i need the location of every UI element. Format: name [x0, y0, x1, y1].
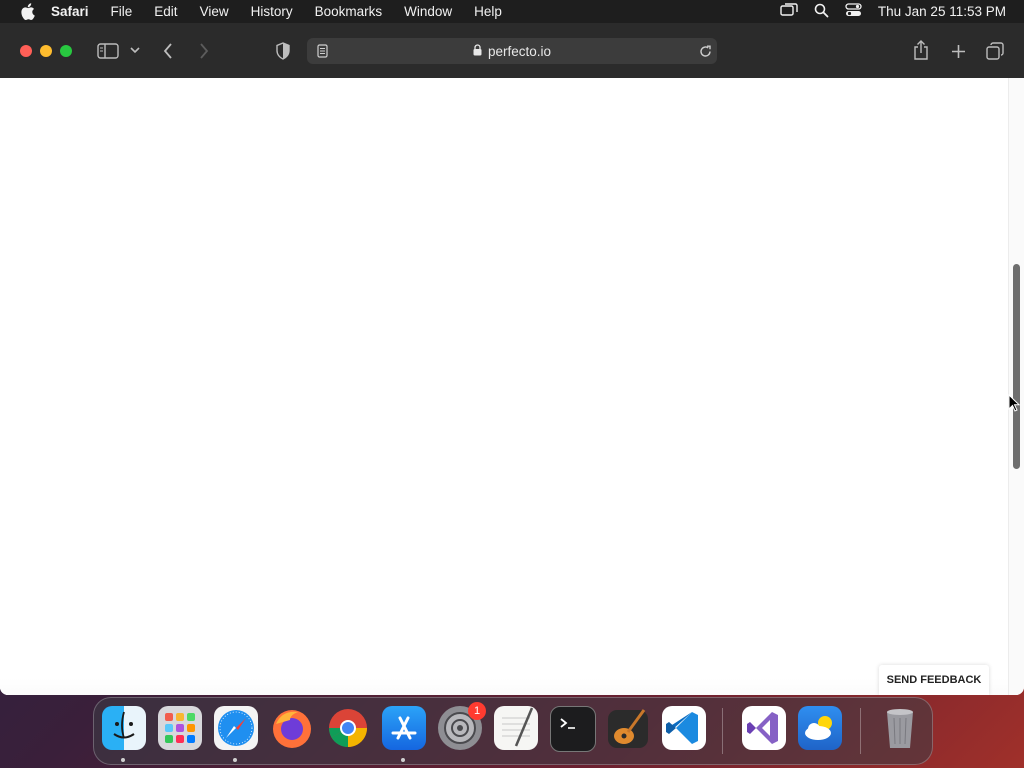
safari-running-indicator — [233, 758, 237, 762]
sidebar-toggle-icon[interactable] — [96, 42, 120, 60]
settings-notification-badge: 1 — [468, 702, 486, 720]
terminal-icon[interactable] — [550, 706, 596, 752]
menu-history[interactable]: History — [251, 4, 293, 19]
finder-icon[interactable] — [102, 706, 146, 750]
app-store-icon[interactable] — [382, 706, 426, 750]
menu-bar: Safari File Edit View History Bookmarks … — [0, 0, 1024, 23]
mouse-pointer-icon — [1008, 393, 1021, 417]
menu-file[interactable]: File — [111, 4, 133, 19]
web-page-content[interactable] — [0, 78, 1008, 695]
weather-icon[interactable] — [798, 706, 842, 750]
close-window-button[interactable] — [20, 45, 32, 57]
forward-button-icon[interactable] — [196, 42, 212, 60]
screen-mirroring-icon[interactable] — [780, 3, 798, 20]
menu-help[interactable]: Help — [474, 4, 502, 19]
menu-view[interactable]: View — [200, 4, 229, 19]
tab-overview-icon[interactable] — [985, 41, 1005, 61]
menu-safari[interactable]: Safari — [51, 4, 89, 19]
page-footer-shade — [0, 678, 1008, 695]
visual-studio-icon[interactable] — [742, 706, 786, 750]
garageband-icon[interactable] — [606, 706, 650, 750]
safari-icon[interactable] — [214, 706, 258, 750]
finder-running-indicator — [121, 758, 125, 762]
zoom-window-button[interactable] — [60, 45, 72, 57]
menu-bookmarks[interactable]: Bookmarks — [315, 4, 383, 19]
launchpad-icon[interactable] — [158, 706, 202, 750]
browser-toolbar: perfecto.io — [0, 23, 1024, 79]
firefox-icon[interactable] — [270, 706, 314, 750]
app-store-running-indicator — [401, 758, 405, 762]
address-bar[interactable]: perfecto.io — [307, 38, 717, 64]
privacy-shield-icon[interactable] — [274, 41, 292, 61]
trash-icon[interactable] — [878, 706, 922, 750]
chrome-icon[interactable] — [326, 706, 370, 750]
safari-window: perfecto.io SEND FEEDBACK — [0, 23, 1024, 695]
reload-icon[interactable] — [697, 43, 713, 59]
vertical-scrollbar-thumb[interactable] — [1013, 263, 1020, 469]
menu-edit[interactable]: Edit — [154, 4, 177, 19]
menu-clock[interactable]: Thu Jan 25 11:53 PM — [878, 4, 1006, 19]
new-tab-plus-icon[interactable] — [949, 42, 967, 60]
back-button-icon[interactable] — [160, 42, 176, 60]
minimize-window-button[interactable] — [40, 45, 52, 57]
lock-icon — [473, 43, 482, 59]
menu-window[interactable]: Window — [404, 4, 452, 19]
textedit-icon[interactable] — [494, 706, 538, 750]
tab-group-chevron-down-icon[interactable] — [129, 44, 141, 56]
status-area: Thu Jan 25 11:53 PM — [780, 0, 1006, 23]
apple-menu-icon[interactable] — [17, 2, 37, 22]
dock-separator-trash — [860, 708, 861, 754]
control-center-icon[interactable] — [845, 3, 862, 20]
send-feedback-button[interactable]: SEND FEEDBACK — [879, 665, 989, 695]
share-icon[interactable] — [912, 39, 930, 61]
url-text: perfecto.io — [487, 43, 552, 59]
address-url: perfecto.io — [307, 38, 717, 64]
vscode-icon[interactable] — [662, 706, 706, 750]
spotlight-search-icon[interactable] — [814, 3, 829, 21]
dock-separator — [722, 708, 723, 754]
